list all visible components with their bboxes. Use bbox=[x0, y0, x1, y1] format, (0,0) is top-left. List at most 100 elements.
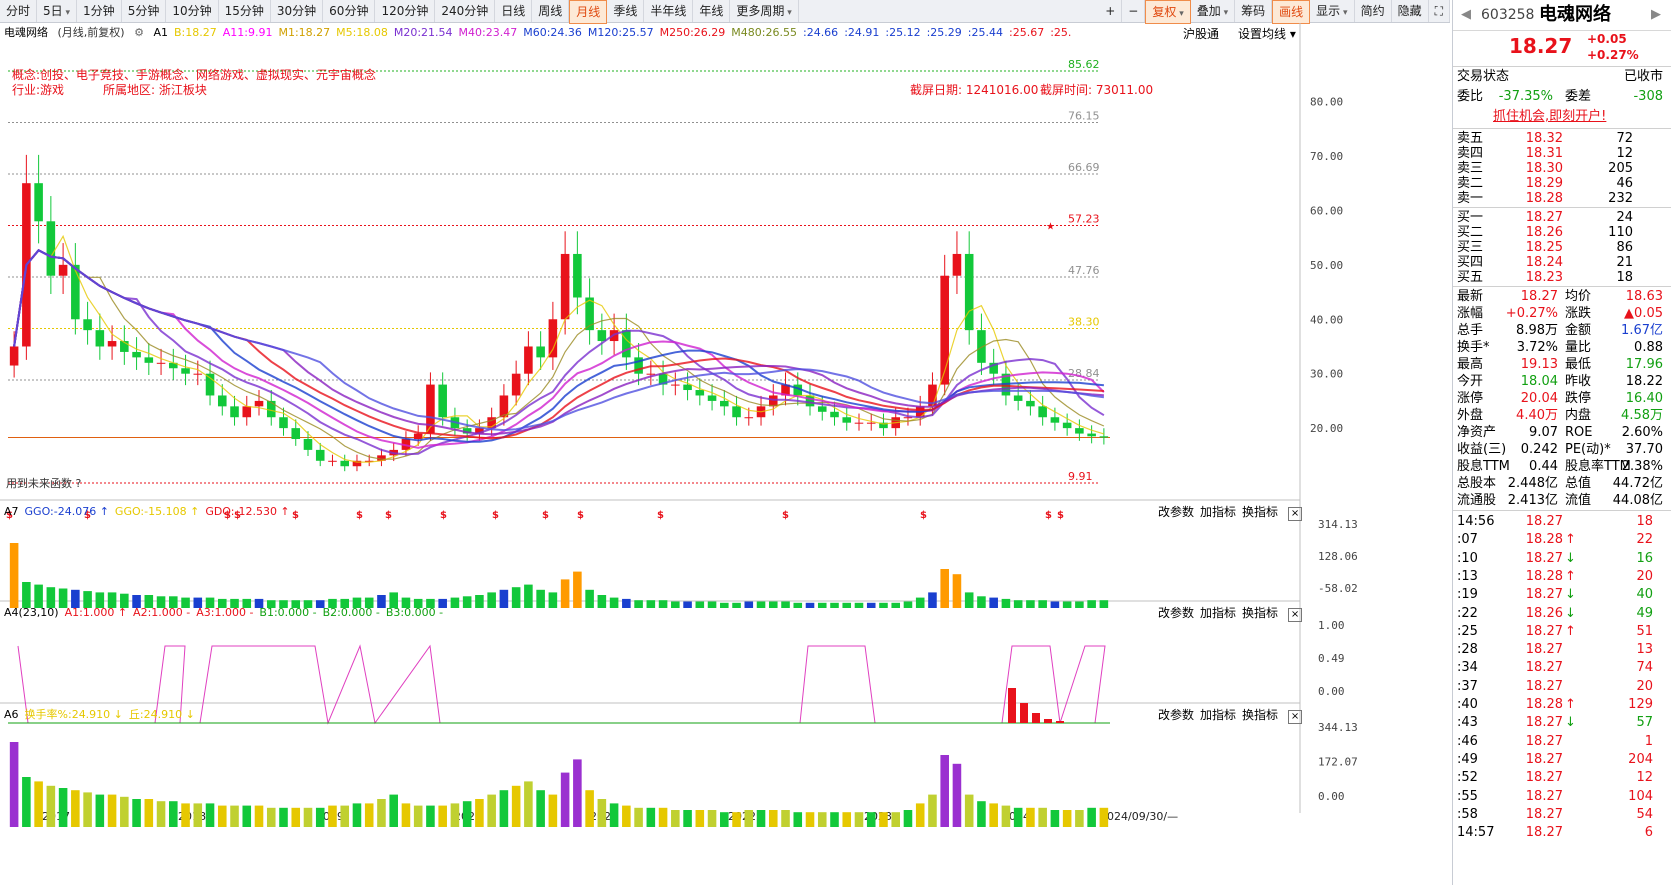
candle-body bbox=[242, 406, 252, 418]
panel-tool-button[interactable]: 改参数 bbox=[1158, 708, 1194, 722]
a6-bar bbox=[903, 810, 913, 827]
tick-row: :22 18.26 ↓ 49 bbox=[1453, 605, 1671, 623]
quote-panel: ◀ 603258 电魂网络 ▶ 18.27 +0.05 +0.27% 交易状态 已… bbox=[1452, 0, 1671, 885]
period-tab-12[interactable]: 月线 bbox=[569, 0, 608, 24]
next-stock-icon[interactable]: ▶ bbox=[1651, 0, 1661, 30]
period-tab-14[interactable]: 半年线 bbox=[644, 0, 694, 22]
toolbar-button-2[interactable]: 复权 bbox=[1145, 0, 1191, 24]
panel-legend: A7 GGO:-24.076 ↑ GGO:-15.108 ↑ GDO:-12.530 … bbox=[4, 504, 296, 520]
cell: 换手* bbox=[1457, 340, 1490, 355]
panel-tool-button[interactable]: 加指标 bbox=[1200, 708, 1236, 722]
period-tab-6[interactable]: 30分钟 bbox=[271, 0, 324, 22]
period-tab-15[interactable]: 年线 bbox=[693, 0, 731, 22]
a6-bar bbox=[695, 810, 705, 827]
cell: -37.35% bbox=[1498, 89, 1553, 104]
candle-body bbox=[1099, 436, 1109, 438]
toolbar-button-3[interactable]: 叠加 bbox=[1191, 0, 1236, 22]
a6-bar bbox=[438, 805, 447, 827]
a7-bar bbox=[707, 601, 717, 608]
cell: 18.27 bbox=[1525, 587, 1563, 603]
close-icon[interactable]: × bbox=[1288, 507, 1303, 521]
period-tab-4[interactable]: 10分钟 bbox=[166, 0, 219, 22]
tick-row: 14:56 18.27 18 bbox=[1453, 513, 1671, 531]
close-icon[interactable]: × bbox=[1288, 710, 1303, 724]
y-tick-label: 80.00 bbox=[1310, 96, 1343, 109]
toolbar-button-0[interactable]: + bbox=[1099, 0, 1123, 22]
a6-bar bbox=[768, 810, 778, 827]
panel-tool-button[interactable]: 改参数 bbox=[1158, 505, 1194, 519]
period-tab-2[interactable]: 1分钟 bbox=[77, 0, 122, 22]
panel-legend-item: GDO:-12.530 ↑ bbox=[205, 505, 290, 518]
tick-row: :46 18.27 1 bbox=[1453, 733, 1671, 751]
cell: 14:56 bbox=[1457, 514, 1495, 529]
candle-body bbox=[707, 395, 717, 401]
period-tab-13[interactable]: 季线 bbox=[607, 0, 645, 22]
panel-tool-button[interactable]: 换指标 bbox=[1242, 708, 1278, 722]
cell: 均价 bbox=[1565, 289, 1592, 304]
period-tab-7[interactable]: 60分钟 bbox=[323, 0, 376, 22]
cell: 最低 bbox=[1565, 357, 1592, 372]
candle-body bbox=[573, 253, 582, 298]
star-icon: ★ bbox=[1046, 221, 1055, 232]
toolbar-button-1[interactable]: − bbox=[1122, 0, 1146, 22]
status-row: 交易状态 已收市 bbox=[1453, 68, 1671, 86]
period-tab-3[interactable]: 5分钟 bbox=[122, 0, 167, 22]
level-label: 85.62 bbox=[1068, 58, 1100, 71]
period-tab-5[interactable]: 15分钟 bbox=[219, 0, 271, 22]
candle-body bbox=[193, 373, 203, 375]
signal-marker: $ bbox=[657, 510, 664, 521]
toolbar-button-7[interactable]: 简约 bbox=[1355, 0, 1392, 22]
cell: :28 bbox=[1457, 642, 1478, 658]
candle-body bbox=[548, 319, 558, 358]
divider bbox=[1453, 207, 1671, 208]
a6-bar bbox=[805, 812, 815, 827]
up-arrow-icon: ↑ bbox=[1565, 568, 1576, 584]
tick-row: :13 18.28 ↑ 20 bbox=[1453, 568, 1671, 586]
signal-marker: $ bbox=[385, 510, 392, 521]
panel-y-tick: 344.13 bbox=[1318, 721, 1358, 734]
prev-stock-icon[interactable]: ◀ bbox=[1461, 0, 1471, 30]
period-tab-8[interactable]: 120分钟 bbox=[375, 0, 436, 22]
panel-tool-button[interactable]: 加指标 bbox=[1200, 505, 1236, 519]
panel-legend-item: A3:1.000 - bbox=[196, 606, 254, 619]
period-tab-0[interactable]: 分时 bbox=[0, 0, 38, 22]
a7-bar bbox=[891, 602, 901, 608]
candle-body bbox=[46, 221, 56, 276]
cell: :49 bbox=[1457, 751, 1478, 767]
a6-bar bbox=[254, 805, 264, 827]
period-tab-11[interactable]: 周线 bbox=[532, 0, 570, 22]
cell: 量比 bbox=[1565, 340, 1592, 355]
a7-bar bbox=[524, 584, 533, 608]
a7-bar bbox=[622, 598, 631, 608]
a6-bar bbox=[181, 803, 190, 827]
a6-bar bbox=[756, 810, 766, 827]
panel-tool-button[interactable]: 换指标 bbox=[1242, 606, 1278, 620]
panel-tool-button[interactable]: 换指标 bbox=[1242, 505, 1278, 519]
expand-icon[interactable]: ⛶ bbox=[1429, 0, 1450, 22]
period-tab-9[interactable]: 240分钟 bbox=[435, 0, 496, 22]
period-tab-1[interactable]: 5日 bbox=[37, 0, 78, 22]
signal-marker: $ bbox=[542, 510, 549, 521]
cell: -308 bbox=[1633, 89, 1663, 104]
down-arrow-icon: ↓ bbox=[1565, 715, 1576, 731]
candlestick-chart[interactable]: 20.00 30.00 40.00 50.00 60.00 70.00 80.00 85.62… bbox=[0, 23, 1448, 883]
period-tab-16[interactable]: 更多周期 bbox=[730, 0, 799, 22]
panel-tool-button[interactable]: 加指标 bbox=[1200, 606, 1236, 620]
open-account-link[interactable]: 抓住机会,即刻开户! bbox=[1493, 108, 1606, 126]
candle-body bbox=[1087, 433, 1096, 437]
period-tab-10[interactable]: 日线 bbox=[495, 0, 533, 22]
toolbar-button-5[interactable]: 画线 bbox=[1272, 0, 1311, 24]
a6-bar bbox=[9, 742, 19, 827]
candle-body bbox=[315, 449, 325, 461]
a7-bar bbox=[928, 592, 937, 608]
a6-bar bbox=[658, 807, 668, 827]
panel-tool-button[interactable]: 改参数 bbox=[1158, 606, 1194, 620]
toolbar-button-4[interactable]: 筹码 bbox=[1235, 0, 1273, 22]
toolbar-button-8[interactable]: 隐藏 bbox=[1392, 0, 1429, 22]
a7-bar bbox=[573, 571, 582, 608]
a4-bar bbox=[1020, 703, 1028, 723]
close-icon[interactable]: × bbox=[1288, 608, 1303, 622]
stat-row: 净资产 9.07 ROE 2.60% bbox=[1453, 424, 1671, 442]
toolbar-button-6[interactable]: 显示 bbox=[1310, 0, 1355, 22]
